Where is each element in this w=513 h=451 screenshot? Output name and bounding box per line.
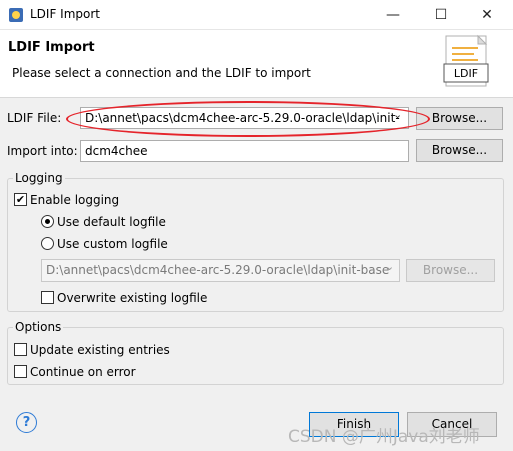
- default-logfile-label: Use default logfile: [57, 215, 166, 229]
- custom-logfile-label: Use custom logfile: [57, 237, 168, 251]
- overwrite-logfile-label: Overwrite existing logfile: [57, 291, 208, 305]
- ldif-file-label: LDIF File:: [7, 111, 62, 125]
- maximize-button[interactable]: ☐: [418, 0, 464, 30]
- logging-group-title: Logging: [13, 171, 65, 185]
- enable-logging-label: Enable logging: [30, 193, 120, 207]
- custom-logfile-value: D:\annet\pacs\dcm4chee-arc-5.29.0-oracle…: [46, 263, 390, 277]
- options-group-title: Options: [13, 320, 64, 334]
- continue-on-error-label: Continue on error: [30, 365, 136, 379]
- enable-logging-checkbox[interactable]: ✔: [14, 193, 27, 206]
- custom-logfile-combo[interactable]: D:\annet\pacs\dcm4chee-arc-5.29.0-oracle…: [41, 259, 400, 282]
- import-into-value: dcm4chee: [85, 144, 148, 158]
- custom-logfile-radio[interactable]: [41, 237, 54, 250]
- annotation-highlight: [66, 101, 430, 137]
- minimize-button[interactable]: —: [370, 0, 416, 30]
- update-entries-label: Update existing entries: [30, 343, 170, 357]
- banner-title: LDIF Import: [8, 40, 95, 55]
- default-logfile-radio[interactable]: [41, 215, 54, 228]
- continue-on-error-checkbox[interactable]: [14, 365, 27, 378]
- import-into-field[interactable]: dcm4chee: [80, 140, 409, 162]
- ldif-file-icon: LDIF: [443, 34, 489, 87]
- help-icon[interactable]: ?: [16, 412, 37, 433]
- overwrite-logfile-checkbox[interactable]: [41, 291, 54, 304]
- import-into-label: Import into:: [7, 144, 78, 158]
- title-bar: LDIF Import — ☐ ✕: [0, 0, 513, 30]
- watermark-text: CSDN @广州Java刘老师: [288, 427, 480, 447]
- banner-description: Please select a connection and the LDIF …: [12, 66, 311, 80]
- chevron-down-icon[interactable]: ⌄: [385, 260, 394, 273]
- import-browse-button[interactable]: Browse...: [416, 139, 503, 162]
- ldif-icon-label: LDIF: [454, 67, 478, 80]
- logfile-browse-button[interactable]: Browse...: [406, 259, 495, 282]
- window-title: LDIF Import: [30, 7, 101, 21]
- update-entries-checkbox[interactable]: [14, 343, 27, 356]
- wizard-banner: LDIF Import Please select a connection a…: [0, 30, 513, 98]
- close-button[interactable]: ✕: [464, 0, 510, 30]
- app-icon: [9, 8, 23, 22]
